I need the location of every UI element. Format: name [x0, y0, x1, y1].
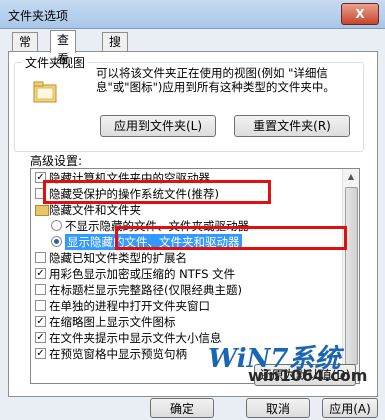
checkbox[interactable]: ✓ — [35, 348, 46, 359]
checkbox[interactable] — [35, 252, 46, 263]
tab-search[interactable]: 搜索 — [102, 32, 129, 68]
checkbox[interactable]: ✓ — [35, 268, 46, 279]
annotation-box-show-hidden — [115, 226, 347, 250]
close-button[interactable]: X — [341, 3, 379, 25]
list-item-label: 用彩色显示加密或压缩的 NTFS 文件 — [49, 267, 236, 281]
folder-views-label: 文件夹视图 — [22, 54, 89, 71]
checkbox[interactable]: ✓ — [35, 332, 46, 343]
folder-views-description: 可以将该文件夹正在使用的视图(例如 "详细信息"或"图标")应用到所有这种类型的… — [96, 66, 335, 94]
radio-button[interactable] — [51, 236, 62, 247]
checkbox[interactable] — [35, 300, 46, 311]
window-title: 文件夹选项 — [8, 9, 69, 23]
scroll-up-icon[interactable]: ▲ — [343, 169, 359, 185]
watermark-site: win1064.com — [248, 366, 368, 385]
tab-view[interactable]: 查看 — [50, 30, 77, 66]
ok-button[interactable]: 确定 — [150, 398, 214, 418]
reset-folders-button[interactable]: 重置文件夹(R) — [234, 115, 350, 137]
folder-icon — [35, 205, 49, 216]
list-item-label: 在标题栏显示完整路径(仅限经典主题) — [49, 283, 242, 297]
list-item-label: 在预览窗格中显示预览句柄 — [49, 347, 187, 361]
advanced-settings-label: 高级设置: — [30, 154, 83, 168]
list-item-label: 在单独的进程中打开文件夹窗口 — [49, 299, 210, 313]
cancel-button[interactable]: 取消 — [246, 398, 310, 418]
folder-icon — [33, 81, 57, 103]
list-item[interactable]: 在标题栏显示完整路径(仅限经典主题) — [31, 282, 341, 298]
apply-button[interactable]: 应用(A) — [322, 398, 378, 418]
list-item-label: 在缩略图上显示文件图标 — [49, 315, 176, 329]
list-item[interactable]: ✓ 在缩略图上显示文件图标 — [31, 314, 341, 330]
apply-to-folders-button[interactable]: 应用到文件夹(L) — [100, 115, 216, 137]
title-bar: 文件夹选项 X — [0, 0, 385, 29]
list-item[interactable]: 在单独的进程中打开文件夹窗口 — [31, 298, 341, 314]
radio-button[interactable] — [51, 220, 62, 231]
list-item-label: 隐藏已知文件类型的扩展名 — [49, 251, 187, 265]
list-item[interactable]: ✓ 用彩色显示加密或压缩的 NTFS 文件 — [31, 266, 341, 282]
list-item-folder: 隐藏文件和文件夹 — [31, 202, 341, 218]
checkbox[interactable]: ✓ — [35, 316, 46, 327]
watermark-logo: WiN7系统 win1064.com — [208, 338, 368, 386]
checkbox[interactable] — [35, 284, 46, 295]
annotation-box-protected-os — [43, 180, 271, 204]
list-item-label: 在文件夹提示中显示文件大小信息 — [49, 331, 222, 345]
tab-general[interactable]: 常规 — [12, 32, 39, 68]
list-item-label: 隐藏文件和文件夹 — [49, 203, 141, 217]
list-item[interactable]: 隐藏已知文件类型的扩展名 — [31, 250, 341, 266]
